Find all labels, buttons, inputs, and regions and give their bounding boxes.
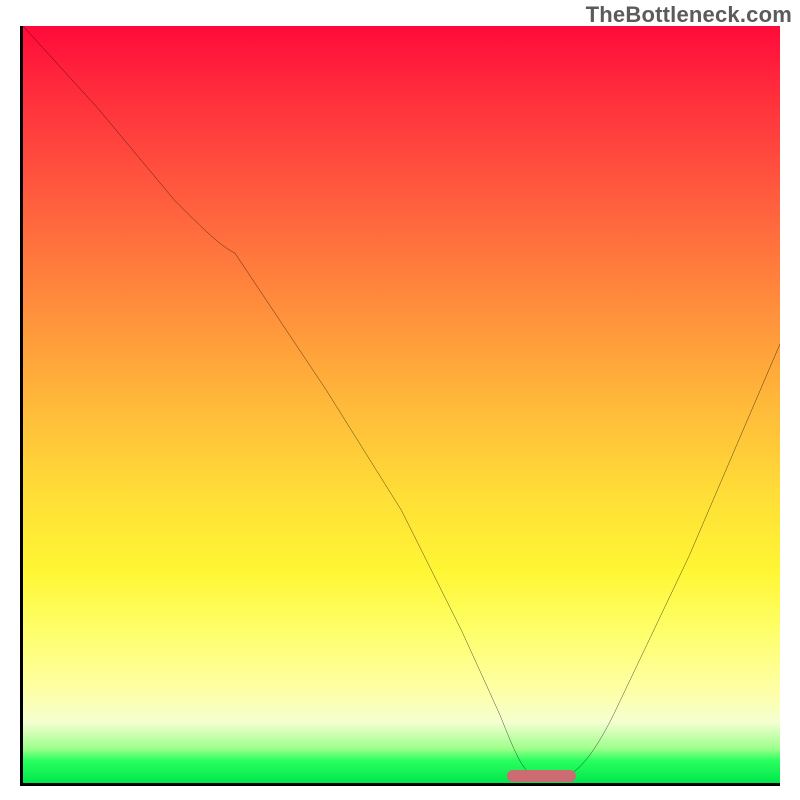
curve-svg — [23, 26, 780, 783]
optimal-range-marker — [507, 770, 575, 782]
chart-canvas: TheBottleneck.com — [0, 0, 800, 800]
watermark-text: TheBottleneck.com — [586, 2, 792, 28]
bottleneck-curve — [23, 26, 780, 775]
plot-area — [20, 26, 780, 786]
